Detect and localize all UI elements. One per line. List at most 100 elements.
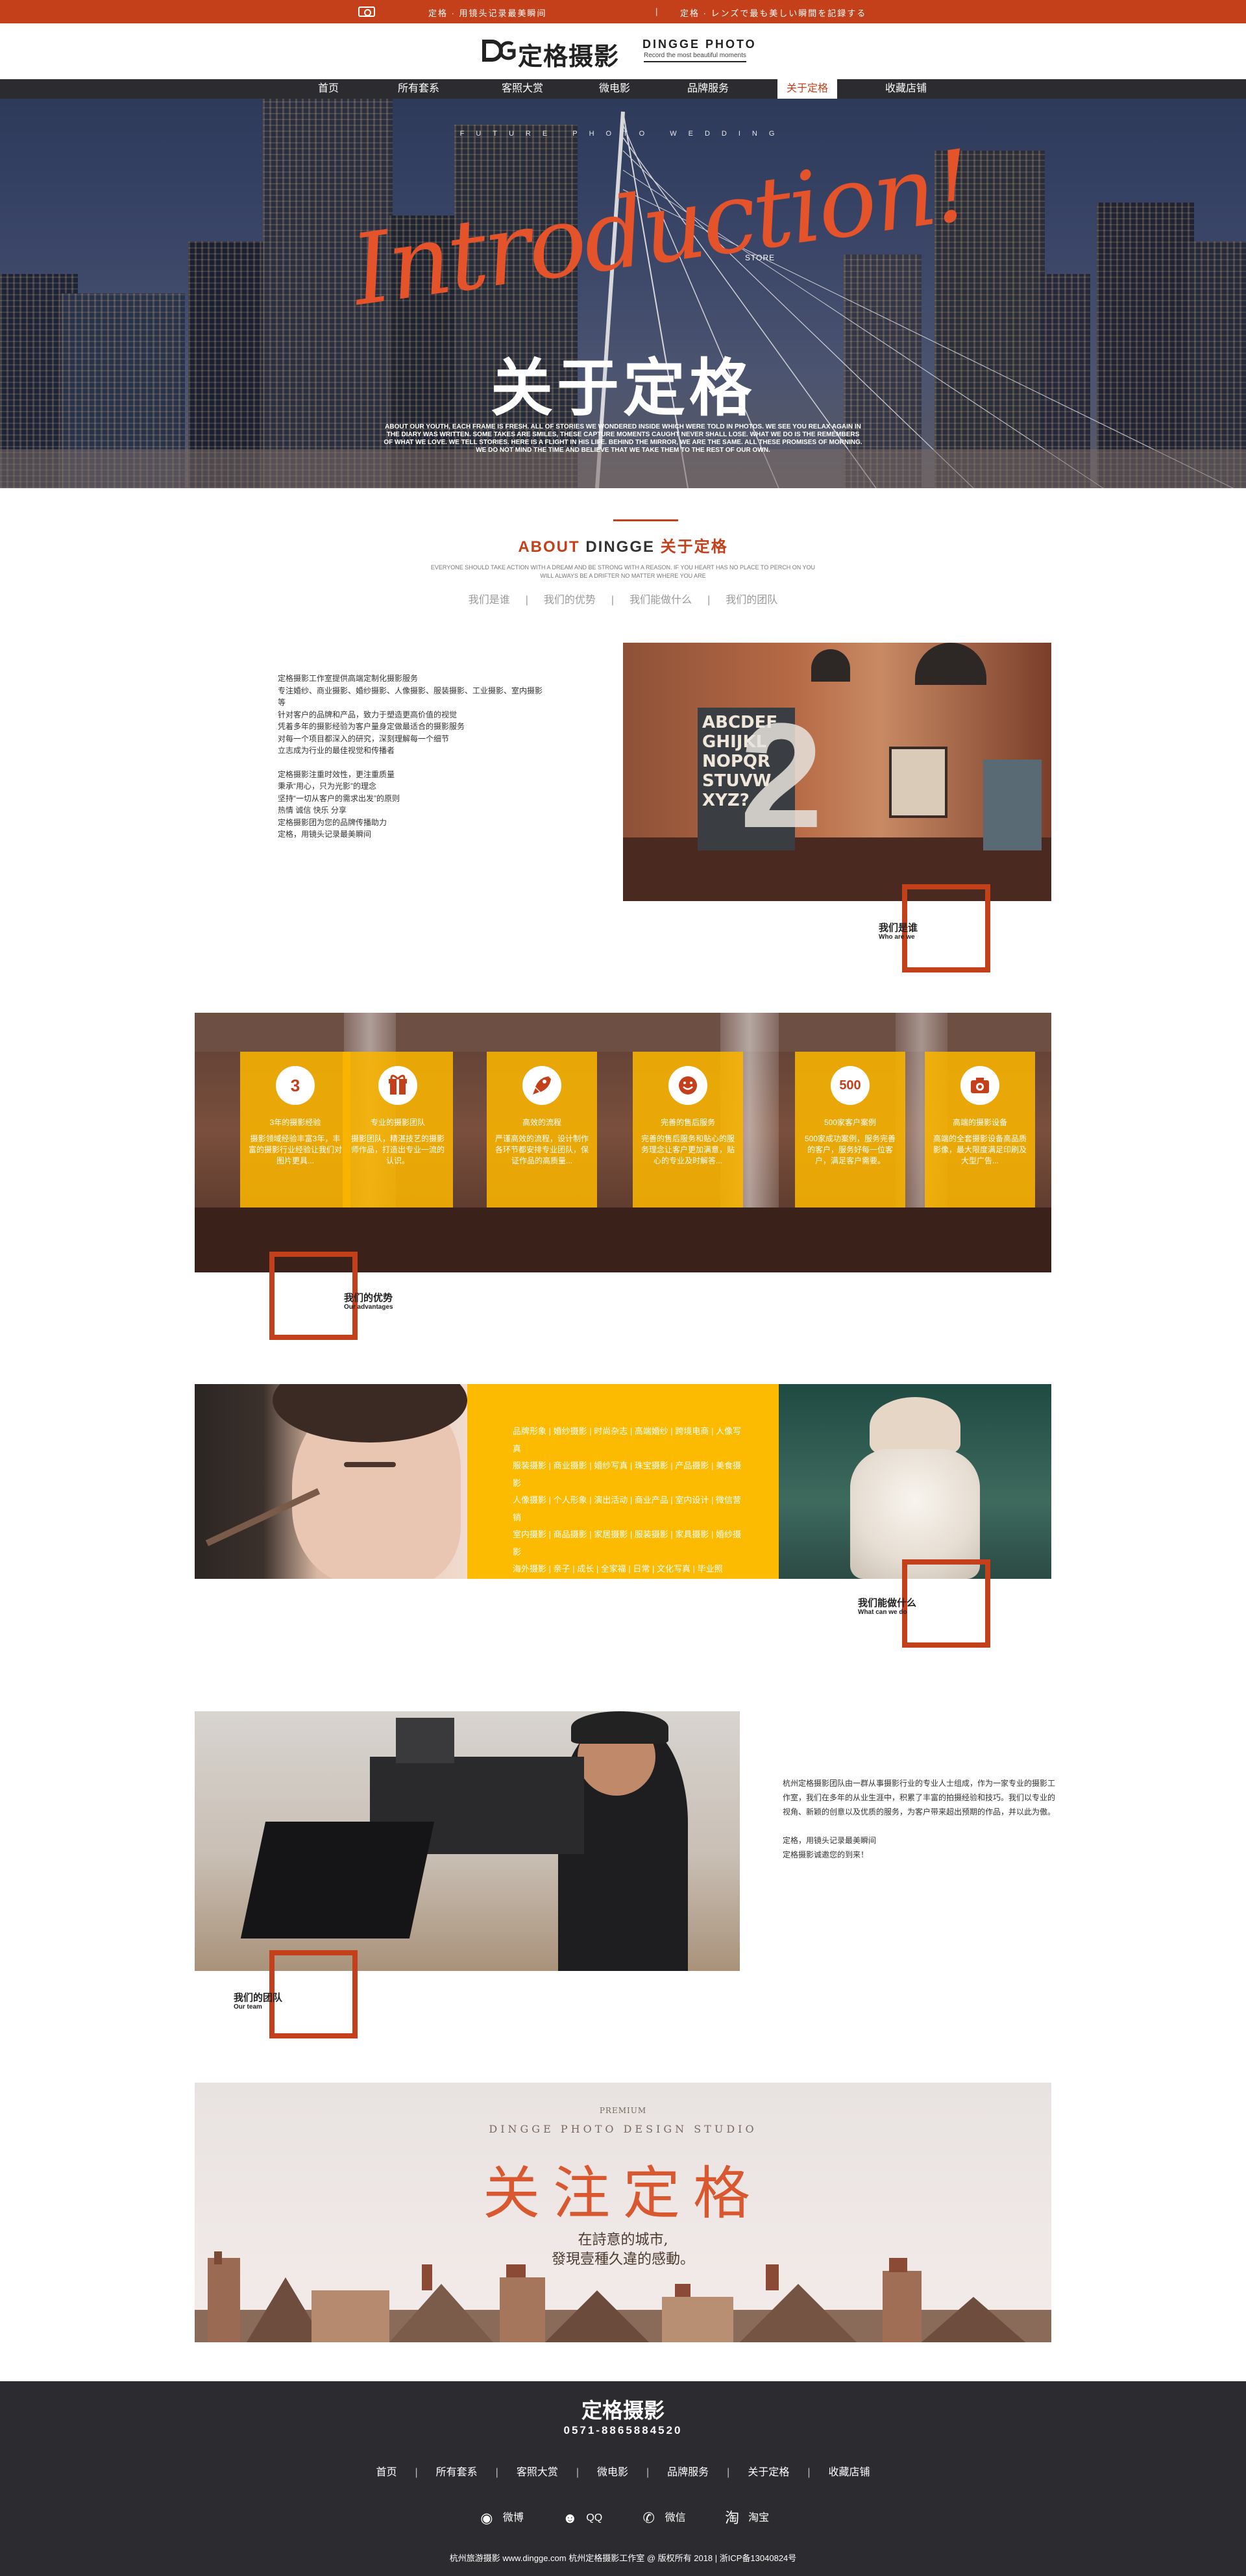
- advantage-desc: 高端的全套摄影设备高品质影像，最大限度满足印刷及大型广告...: [933, 1134, 1027, 1165]
- follow-banner: PREMIUM DINGGE PHOTO DESIGN STUDIO 关注定格 …: [195, 2083, 1051, 2342]
- intro-line: 专注婚纱、商业摄影、婚纱摄影、人像摄影、服装摄影、工业摄影、室内摄影等: [278, 686, 543, 708]
- team-invite: 定格摄影诚邀您的到来！: [783, 1850, 869, 1859]
- advantage-title: 3年的摄影经验: [269, 1118, 321, 1127]
- intro-text: 定格摄影工作室提供高端定制化摄影服务 专注婚纱、商业摄影、婚纱摄影、人像摄影、服…: [278, 673, 544, 841]
- advantage-card: 500 500家客户案例 500家成功案例，服务完善的客户，服务好每一位客户，满…: [795, 1052, 905, 1208]
- number-500-icon: 500: [831, 1066, 870, 1105]
- footer-logo[interactable]: 定格摄影: [0, 2394, 1246, 2424]
- team-photo: [195, 1711, 740, 1971]
- social-wechat[interactable]: ✆ 微信: [639, 2508, 685, 2526]
- advantage-title: 高端的摄影设备: [952, 1118, 1007, 1127]
- logo-english: DINGGE PHOTO: [642, 38, 757, 51]
- advantage-card: 3 3年的摄影经验 摄影领域经验丰富3年，丰富的摄影行业经验让我们对图片更具..…: [240, 1052, 350, 1208]
- top-strip-slogan-cn: 定格 · 用镜头记录最美瞬间: [428, 8, 547, 18]
- intro-line: 热情 诚信 快乐 分享: [278, 806, 347, 815]
- advantage-desc: 严谨高效的流程，设计制作各环节都安排专业团队，保证作品的高质量...: [495, 1134, 589, 1165]
- tab-our-team[interactable]: 我们的团队: [726, 595, 777, 606]
- makeup-photo: [195, 1384, 467, 1579]
- nav-item-brand-service[interactable]: 品牌服务: [679, 79, 737, 99]
- studio-photo: ABCDEF GHIJKL NOPQR STUVW XYZ? 2: [623, 643, 1051, 901]
- rocket-icon: [522, 1066, 561, 1105]
- camera-icon: [960, 1066, 999, 1105]
- nav-item-microfilm[interactable]: 微电影: [592, 79, 637, 99]
- monitor: [240, 1822, 435, 1938]
- about-heading-en-1: ABOUT: [518, 538, 580, 556]
- eye: [344, 1462, 396, 1467]
- social-label: QQ: [586, 2512, 603, 2523]
- studio-name: DINGGE PHOTO DESIGN STUDIO: [489, 2123, 757, 2135]
- service-row: 国内旅拍 | 厦门 | 杭州 | 三亚 | 丽江 | 成都 | 北京 | 上海: [513, 1581, 713, 1591]
- advantage-title: 专业的摄影团队: [370, 1118, 425, 1127]
- nav-item-about[interactable]: 关于定格: [777, 79, 837, 99]
- window: [983, 760, 1042, 850]
- about-heading-en-2: DINGGE: [585, 538, 655, 556]
- section-subtitle: Our team: [234, 2003, 262, 2011]
- dress-photo: [779, 1384, 1051, 1579]
- about-heading-cn: 关于定格: [660, 538, 728, 556]
- rooftops: [195, 2251, 1051, 2342]
- advantage-card: 高端的摄影设备 高端的全套摄影设备高品质影像，最大限度满足印刷及大型广告...: [925, 1052, 1035, 1208]
- footer-nav-home[interactable]: 首页: [376, 2467, 397, 2478]
- main-nav: 首页 所有套系 客照大赏 微电影 品牌服务 关于定格 收藏店铺: [0, 79, 1246, 99]
- service-row: 其他服务 | 化妆造型 | 婚纱租赁 | 场地租赁 | 后期 | 修图: [513, 1598, 716, 1608]
- nav-item-gallery[interactable]: 客照大赏: [493, 79, 552, 99]
- logo-mark-icon[interactable]: [480, 38, 518, 66]
- tab-our-advantages[interactable]: 我们的优势: [544, 595, 596, 606]
- tab-who-we-are[interactable]: 我们是谁: [469, 595, 510, 606]
- qq-icon: ☻: [562, 2509, 578, 2526]
- camera-icon: [358, 6, 375, 17]
- services-panel: 品牌形象 | 婚纱摄影 | 时尚杂志 | 高端婚纱 | 跨境电商 | 人像写真 …: [467, 1384, 779, 1608]
- social-taobao[interactable]: 淘淘宝: [722, 2508, 769, 2526]
- social-label: 淘宝: [748, 2512, 770, 2523]
- intro-spacer: [278, 757, 544, 769]
- footer-nav-gallery[interactable]: 客照大赏: [517, 2467, 558, 2478]
- advantage-card: 完善的售后服务 完善的售后服务和贴心的服务理念让客户更加满意，贴心的专业及时解答…: [633, 1052, 743, 1208]
- footer-nav-about[interactable]: 关于定格: [748, 2467, 789, 2478]
- logo-text[interactable]: 定格摄影: [518, 36, 619, 72]
- nav-item-packages[interactable]: 所有套系: [389, 79, 448, 99]
- section-subtitle: Our advantages: [344, 1304, 393, 1311]
- hero-store-label: STORE: [745, 253, 776, 262]
- footer-nav-packages[interactable]: 所有套系: [436, 2467, 478, 2478]
- intro-line: 针对客户的品牌和产品，致力于塑造更高价值的视觉: [278, 710, 458, 719]
- advantages-section: 3 3年的摄影经验 摄影领域经验丰富3年，丰富的摄影行业经验让我们对图片更具..…: [195, 1013, 1051, 1272]
- wechat-icon: ✆: [642, 2509, 655, 2526]
- footer-nav-microfilm[interactable]: 微电影: [597, 2467, 628, 2478]
- advantage-desc: 摄影领域经验丰富3年，丰富的摄影行业经验让我们对图片更具...: [248, 1134, 342, 1165]
- section-frame: [269, 1950, 358, 2038]
- social-qq[interactable]: ☻ QQ: [560, 2510, 602, 2526]
- footer-nav-brand-service[interactable]: 品牌服务: [667, 2467, 709, 2478]
- services-list: 品牌形象 | 婚纱摄影 | 时尚杂志 | 高端婚纱 | 跨境电商 | 人像写真 …: [513, 1423, 746, 1613]
- number-3-icon: 3: [276, 1066, 315, 1105]
- cap: [571, 1711, 668, 1744]
- logo-tagline: Record the most beautiful moments: [644, 52, 746, 62]
- section-title: 我们是谁: [879, 923, 918, 934]
- section-title: 我们的优势: [344, 1293, 393, 1304]
- footer-nav-favorite-shop[interactable]: 收藏店铺: [829, 2467, 870, 2478]
- tab-what-we-do[interactable]: 我们能做什么: [629, 595, 692, 606]
- intro-line: 定格摄影工作室提供高端定制化摄影服务: [278, 674, 419, 683]
- weibo-icon: ◉: [480, 2509, 493, 2526]
- nav-item-favorite-shop[interactable]: 收藏店铺: [876, 79, 936, 99]
- social-weibo[interactable]: ◉ 微博: [477, 2508, 524, 2526]
- advantage-desc: 摄影团队，精湛技艺的摄影师作品，打造出专业一流的认识。: [350, 1134, 445, 1165]
- advantage-title: 高效的流程: [522, 1118, 561, 1127]
- camera-body: [396, 1718, 454, 1763]
- poster-number: 2: [740, 692, 823, 859]
- service-row: 品牌形象 | 婚纱摄影 | 时尚杂志 | 高端婚纱 | 跨境电商 | 人像写真: [513, 1426, 742, 1454]
- heading-accent-line: [613, 519, 678, 521]
- hero-small-caps: FUTURE PHOTO WEDDING: [459, 130, 787, 138]
- wall-frame: [889, 747, 947, 818]
- team-paragraph: 杭州定格摄影团队由一群从事摄影行业的专业人士组成，作为一家专业的摄影工作室，我们…: [783, 1779, 1056, 1816]
- section-subtitle: Who are we: [879, 934, 915, 941]
- intro-line: 定格摄影团为您的品牌传播助力: [278, 817, 387, 827]
- mannequin: [870, 1397, 960, 1455]
- taobao-icon: 淘: [725, 2509, 740, 2526]
- top-strip: 定格 · 用镜头记录最美瞬间 | 定格 · レンズで最も美しい瞬間を記録する: [0, 0, 1246, 23]
- copyright: 杭州旅游摄影 www.dingge.com 杭州定格摄影工作室 @ 版权所有 2…: [449, 2553, 797, 2563]
- social-links: ◉ 微博 ☻ QQ ✆ 微信 淘淘宝: [0, 2508, 1246, 2526]
- nav-item-home[interactable]: 首页: [310, 79, 347, 99]
- team-slogan: 定格，用镜头记录最美瞬间: [783, 1836, 877, 1845]
- intro-line: 立志成为行业的最佳视觉和传播者: [278, 746, 395, 755]
- advantage-card: 高效的流程 严谨高效的流程，设计制作各环节都安排专业团队，保证作品的高质量...: [487, 1052, 597, 1208]
